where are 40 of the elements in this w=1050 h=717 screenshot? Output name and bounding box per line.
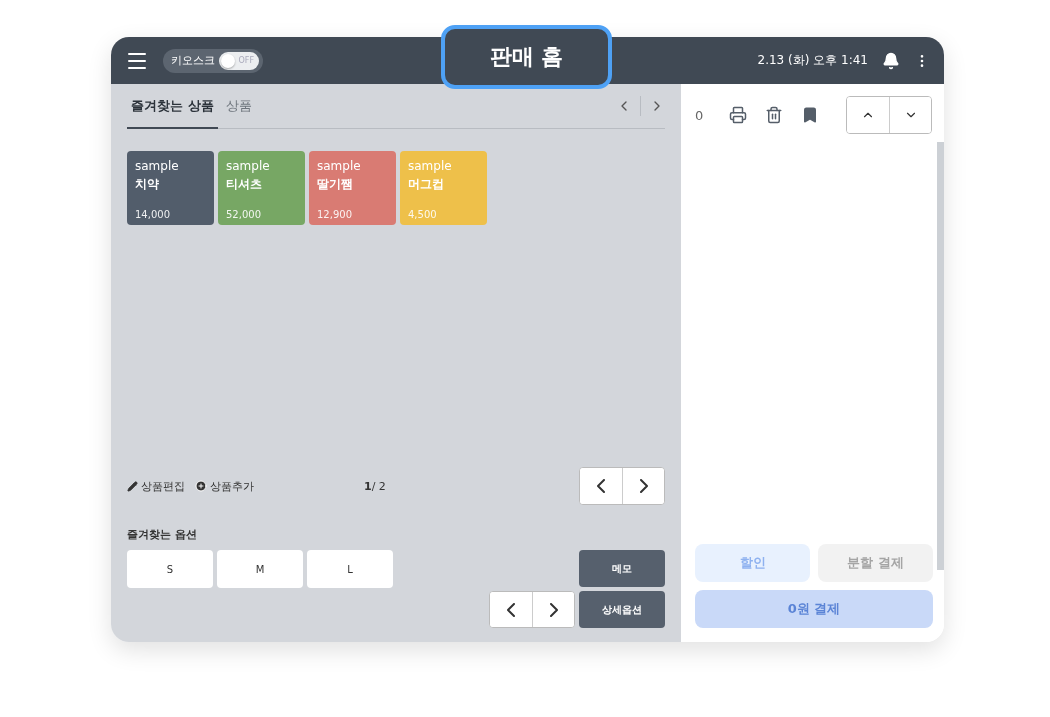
product-name: sample	[135, 159, 180, 173]
option-button[interactable]: M	[217, 550, 303, 588]
chevron-left-icon	[507, 602, 515, 617]
tab[interactable]: 상품	[221, 84, 256, 129]
detail-options-button[interactable]: 상세옵션	[579, 591, 665, 628]
product-price: 12,900	[317, 209, 353, 220]
product-name: sample	[226, 159, 271, 173]
next-option-button[interactable]	[532, 592, 574, 627]
cart-count: 0	[695, 107, 704, 123]
edit-products-button[interactable]: 상품편집	[127, 478, 185, 494]
option-button[interactable]: L	[307, 550, 393, 588]
page-title: 판매 홈	[441, 25, 612, 89]
memo-button[interactable]: 메모	[579, 550, 665, 587]
product-name: sample	[408, 159, 453, 173]
product-subname: 티셔츠	[226, 176, 263, 193]
product-subname: 치약	[135, 176, 160, 193]
product-price: 4,500	[408, 209, 438, 220]
product-name: sample	[317, 159, 362, 173]
chevron-left-icon	[597, 479, 605, 493]
product-price: 52,000	[226, 209, 262, 220]
printer-icon[interactable]	[729, 106, 748, 124]
product-subname: 딸기쨈	[317, 176, 354, 193]
product-card[interactable]: sample 치약 14,000	[127, 151, 214, 225]
product-subname: 머그컵	[408, 176, 445, 193]
trash-icon[interactable]	[765, 106, 784, 124]
add-product-button[interactable]: 상품추가	[195, 478, 254, 494]
plus-icon	[195, 480, 207, 492]
product-price: 14,000	[135, 209, 171, 220]
kiosk-label: 키오스크	[171, 53, 215, 68]
options-title: 즐겨찾는 옵션	[127, 527, 198, 542]
page-indicator: 1/ 2	[364, 479, 386, 493]
next-page-button[interactable]	[622, 468, 664, 504]
scrollbar[interactable]	[937, 142, 944, 570]
option-button[interactable]: S	[127, 550, 213, 588]
pencil-icon	[127, 480, 138, 492]
chevron-right-icon	[639, 479, 648, 493]
tab[interactable]: 즐겨찾는 상품	[127, 84, 218, 129]
datetime: 2.13 (화) 오후 1:41	[757, 52, 868, 69]
bell-icon[interactable]	[882, 51, 900, 70]
chevron-right-icon	[549, 602, 558, 617]
